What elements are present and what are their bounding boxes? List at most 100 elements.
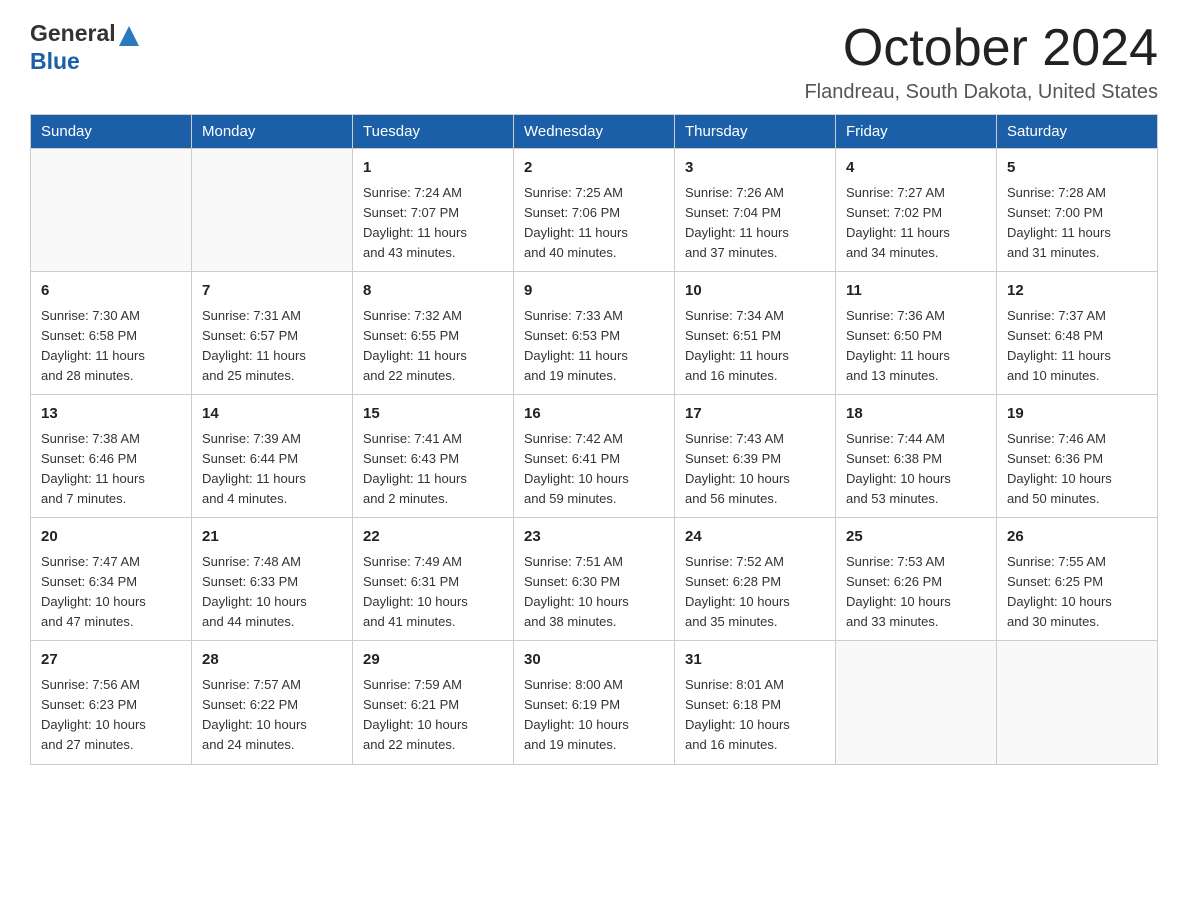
day-number: 22: [363, 526, 503, 549]
day-number: 15: [363, 403, 503, 426]
day-number: 20: [41, 526, 181, 549]
day-number: 10: [685, 280, 825, 303]
day-info: Sunrise: 7:42 AMSunset: 6:41 PMDaylight:…: [524, 429, 664, 510]
calendar-cell: 2 Sunrise: 7:25 AMSunset: 7:06 PMDaylight…: [514, 149, 675, 272]
day-info: Sunrise: 7:34 AMSunset: 6:51 PMDaylight:…: [685, 306, 825, 387]
day-info: Sunrise: 8:01 AMSunset: 6:18 PMDaylight:…: [685, 675, 825, 756]
day-info: Sunrise: 7:46 AMSunset: 6:36 PMDaylight:…: [1007, 429, 1147, 510]
calendar-cell: 21 Sunrise: 7:48 AMSunset: 6:33 PMDayligh…: [192, 518, 353, 641]
calendar-cell: 16 Sunrise: 7:42 AMSunset: 6:41 PMDayligh…: [514, 395, 675, 518]
day-number: 14: [202, 403, 342, 426]
day-info: Sunrise: 8:00 AMSunset: 6:19 PMDaylight:…: [524, 675, 664, 756]
calendar-header-thursday: Thursday: [675, 115, 836, 149]
calendar-cell: [997, 641, 1158, 764]
calendar-week-row: 1 Sunrise: 7:24 AMSunset: 7:07 PMDaylight…: [31, 149, 1158, 272]
calendar-cell: 23Sunrise: 7:51 AMSunset: 6:30 PMDayligh…: [514, 518, 675, 641]
day-number: 3: [685, 157, 825, 180]
calendar-cell: 1 Sunrise: 7:24 AMSunset: 7:07 PMDaylight…: [353, 149, 514, 272]
calendar-header-sunday: Sunday: [31, 115, 192, 149]
day-number: 4: [846, 157, 986, 180]
day-info: Sunrise: 7:49 AMSunset: 6:31 PMDaylight:…: [363, 552, 503, 633]
calendar-cell: 8Sunrise: 7:32 AMSunset: 6:55 PMDaylight…: [353, 272, 514, 395]
day-number: 19: [1007, 403, 1147, 426]
day-info: Sunrise: 7:41 AMSunset: 6:43 PMDaylight:…: [363, 429, 503, 510]
page-title: October 2024: [804, 20, 1158, 77]
day-number: 13: [41, 403, 181, 426]
calendar-week-row: 13Sunrise: 7:38 AMSunset: 6:46 PMDayligh…: [31, 395, 1158, 518]
calendar-cell: 26Sunrise: 7:55 AMSunset: 6:25 PMDayligh…: [997, 518, 1158, 641]
calendar-cell: 15 Sunrise: 7:41 AMSunset: 6:43 PMDayligh…: [353, 395, 514, 518]
calendar-week-row: 6 Sunrise: 7:30 AMSunset: 6:58 PMDaylight…: [31, 272, 1158, 395]
day-number: 28: [202, 649, 342, 672]
calendar-cell: 11 Sunrise: 7:36 AMSunset: 6:50 PMDayligh…: [836, 272, 997, 395]
day-number: 27: [41, 649, 181, 672]
calendar-cell: 4 Sunrise: 7:27 AMSunset: 7:02 PMDaylight…: [836, 149, 997, 272]
day-number: 8: [363, 280, 503, 303]
day-info: Sunrise: 7:25 AMSunset: 7:06 PMDaylight:…: [524, 183, 664, 264]
day-info: Sunrise: 7:24 AMSunset: 7:07 PMDaylight:…: [363, 183, 503, 264]
calendar-cell: 19 Sunrise: 7:46 AMSunset: 6:36 PMDayligh…: [997, 395, 1158, 518]
calendar-cell: 6 Sunrise: 7:30 AMSunset: 6:58 PMDaylight…: [31, 272, 192, 395]
day-info: Sunrise: 7:26 AMSunset: 7:04 PMDaylight:…: [685, 183, 825, 264]
day-info: Sunrise: 7:28 AMSunset: 7:00 PMDaylight:…: [1007, 183, 1147, 264]
day-info: Sunrise: 7:55 AMSunset: 6:25 PMDaylight:…: [1007, 552, 1147, 633]
calendar-cell: [192, 149, 353, 272]
calendar-header-row: SundayMondayTuesdayWednesdayThursdayFrid…: [31, 115, 1158, 149]
calendar-cell: 12 Sunrise: 7:37 AMSunset: 6:48 PMDayligh…: [997, 272, 1158, 395]
day-info: Sunrise: 7:44 AMSunset: 6:38 PMDaylight:…: [846, 429, 986, 510]
day-info: Sunrise: 7:27 AMSunset: 7:02 PMDaylight:…: [846, 183, 986, 264]
calendar-cell: 20 Sunrise: 7:47 AMSunset: 6:34 PMDayligh…: [31, 518, 192, 641]
calendar-header-tuesday: Tuesday: [353, 115, 514, 149]
day-info: Sunrise: 7:37 AMSunset: 6:48 PMDaylight:…: [1007, 306, 1147, 387]
day-info: Sunrise: 7:36 AMSunset: 6:50 PMDaylight:…: [846, 306, 986, 387]
calendar-cell: 30 Sunrise: 8:00 AMSunset: 6:19 PMDayligh…: [514, 641, 675, 764]
day-info: Sunrise: 7:33 AMSunset: 6:53 PMDaylight:…: [524, 306, 664, 387]
header: General Blue October 2024 Flandreau, Sou…: [30, 20, 1158, 104]
day-number: 1: [363, 157, 503, 180]
day-number: 6: [41, 280, 181, 303]
day-number: 21: [202, 526, 342, 549]
day-number: 2: [524, 157, 664, 180]
calendar-cell: 18 Sunrise: 7:44 AMSunset: 6:38 PMDayligh…: [836, 395, 997, 518]
day-number: 16: [524, 403, 664, 426]
day-number: 5: [1007, 157, 1147, 180]
day-number: 12: [1007, 280, 1147, 303]
calendar-header-friday: Friday: [836, 115, 997, 149]
day-info: Sunrise: 7:51 AMSunset: 6:30 PMDaylight:…: [524, 552, 664, 633]
page-subtitle: Flandreau, South Dakota, United States: [804, 81, 1158, 104]
calendar-cell: 29 Sunrise: 7:59 AMSunset: 6:21 PMDayligh…: [353, 641, 514, 764]
day-number: 24: [685, 526, 825, 549]
calendar-header-wednesday: Wednesday: [514, 115, 675, 149]
day-number: 11: [846, 280, 986, 303]
logo: General Blue: [30, 20, 139, 75]
calendar-cell: 25 Sunrise: 7:53 AMSunset: 6:26 PMDayligh…: [836, 518, 997, 641]
day-info: Sunrise: 7:57 AMSunset: 6:22 PMDaylight:…: [202, 675, 342, 756]
calendar-header-saturday: Saturday: [997, 115, 1158, 149]
day-info: Sunrise: 7:31 AMSunset: 6:57 PMDaylight:…: [202, 306, 342, 387]
calendar-cell: 3 Sunrise: 7:26 AMSunset: 7:04 PMDaylight…: [675, 149, 836, 272]
day-info: Sunrise: 7:30 AMSunset: 6:58 PMDaylight:…: [41, 306, 181, 387]
day-info: Sunrise: 7:52 AMSunset: 6:28 PMDaylight:…: [685, 552, 825, 633]
day-info: Sunrise: 7:48 AMSunset: 6:33 PMDaylight:…: [202, 552, 342, 633]
day-info: Sunrise: 7:59 AMSunset: 6:21 PMDaylight:…: [363, 675, 503, 756]
day-number: 29: [363, 649, 503, 672]
day-number: 30: [524, 649, 664, 672]
calendar-cell: [31, 149, 192, 272]
day-number: 18: [846, 403, 986, 426]
calendar-cell: 14 Sunrise: 7:39 AMSunset: 6:44 PMDayligh…: [192, 395, 353, 518]
day-number: 17: [685, 403, 825, 426]
day-number: 25: [846, 526, 986, 549]
day-info: Sunrise: 7:53 AMSunset: 6:26 PMDaylight:…: [846, 552, 986, 633]
calendar-cell: 17Sunrise: 7:43 AMSunset: 6:39 PMDayligh…: [675, 395, 836, 518]
calendar-table: SundayMondayTuesdayWednesdayThursdayFrid…: [30, 114, 1158, 764]
day-info: Sunrise: 7:47 AMSunset: 6:34 PMDaylight:…: [41, 552, 181, 633]
calendar-cell: 9Sunrise: 7:33 AMSunset: 6:53 PMDaylight…: [514, 272, 675, 395]
calendar-week-row: 20 Sunrise: 7:47 AMSunset: 6:34 PMDayligh…: [31, 518, 1158, 641]
day-info: Sunrise: 7:39 AMSunset: 6:44 PMDaylight:…: [202, 429, 342, 510]
title-area: October 2024 Flandreau, South Dakota, Un…: [804, 20, 1158, 104]
logo-general-text: General: [30, 20, 116, 48]
calendar-cell: 13Sunrise: 7:38 AMSunset: 6:46 PMDayligh…: [31, 395, 192, 518]
logo-blue-text: Blue: [30, 48, 80, 74]
day-number: 31: [685, 649, 825, 672]
calendar-cell: 31 Sunrise: 8:01 AMSunset: 6:18 PMDayligh…: [675, 641, 836, 764]
